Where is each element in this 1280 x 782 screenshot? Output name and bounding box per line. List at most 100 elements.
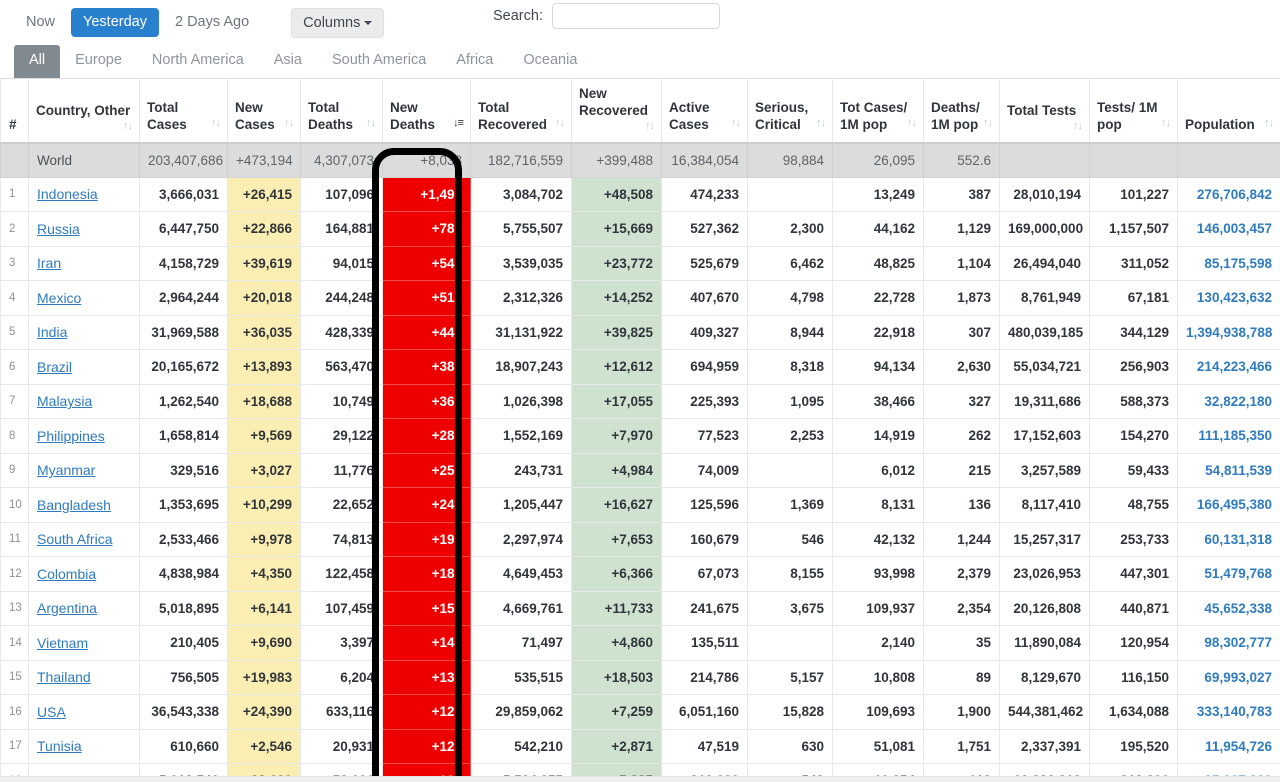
cell-active-cases: 160,679 — [662, 522, 748, 557]
day-filter-yesterday[interactable]: Yesterday — [71, 8, 159, 37]
continent-tab-south-america[interactable]: South America — [317, 45, 441, 78]
cell-total-tests: 28,010,194 — [1000, 177, 1090, 212]
cell-tot-cases-1m: 42,132 — [833, 522, 924, 557]
table-container[interactable]: #Country, Other↑↓Total Cases↑↓New Cases↑… — [0, 78, 1280, 782]
country-link[interactable]: Indonesia — [37, 186, 98, 202]
continent-tab-europe[interactable]: Europe — [60, 45, 137, 78]
cell-new-recovered: +23,772 — [572, 246, 662, 281]
country-link[interactable]: Mexico — [37, 290, 81, 306]
column-header-deaths-1m[interactable]: Deaths/ 1M pop↑↓ — [924, 79, 1000, 143]
country-link[interactable]: Vietnam — [37, 635, 88, 651]
cell-new-cases: +10,299 — [228, 488, 301, 523]
column-header-total-tests[interactable]: Total Tests↑↓ — [1000, 79, 1090, 143]
country-link[interactable]: Malaysia — [37, 393, 92, 409]
cell-new-recovered: +18,503 — [572, 660, 662, 695]
country-link[interactable]: USA — [37, 704, 66, 720]
cell-deaths-1m: 262 — [924, 419, 1000, 454]
cell-country: Tunisia — [29, 729, 140, 764]
cell-tests-1m: 59,433 — [1090, 453, 1178, 488]
table-row: 15Thailand756,505+19,9836,204+138535,515… — [1, 660, 1280, 695]
cell-deaths-1m: 552.6 — [924, 143, 1000, 178]
continent-tab-oceania[interactable]: Oceania — [508, 45, 592, 78]
cell-total-recovered: 1,026,398 — [471, 384, 572, 419]
cell-deaths-1m: 1,751 — [924, 729, 1000, 764]
cell-new-deaths: +388 — [383, 350, 471, 385]
day-filter-2-days-ago[interactable]: 2 Days Ago — [163, 8, 261, 37]
cell-new-recovered: +15,669 — [572, 212, 662, 247]
column-header-label: Total Cases — [147, 100, 187, 132]
country-link[interactable]: Philippines — [37, 428, 105, 444]
country-link[interactable]: Bangladesh — [37, 497, 111, 513]
cell-serious-critical: 8,944 — [748, 315, 833, 350]
country-link[interactable]: Thailand — [37, 669, 91, 685]
cell-new-recovered: +11,733 — [572, 591, 662, 626]
cell-index: 17 — [1, 729, 29, 764]
column-header-new-recovered[interactable]: New Recovered↑↓ — [572, 79, 662, 143]
continent-tab-north-america[interactable]: North America — [137, 45, 259, 78]
table-row: 13Argentina5,018,895+6,141107,459+1574,6… — [1, 591, 1280, 626]
cell-new-cases: +4,350 — [228, 557, 301, 592]
country-link[interactable]: Argentina — [37, 600, 97, 616]
cell-tot-cases-1m: 44,162 — [833, 212, 924, 247]
cell-total-tests: 8,129,670 — [1000, 660, 1090, 695]
column-header-new-deaths[interactable]: New Deaths↓≡ — [383, 79, 471, 143]
cell-total-cases: 2,533,466 — [140, 522, 228, 557]
cell-new-cases: +36,035 — [228, 315, 301, 350]
continent-tab-all[interactable]: All — [14, 45, 60, 78]
country-link[interactable]: Tunisia — [37, 738, 82, 754]
cell-index: 14 — [1, 626, 29, 661]
cell-total-deaths: 3,397 — [301, 626, 383, 661]
cell-population: 11,954,726 — [1178, 729, 1280, 764]
cell-tot-cases-1m: 8,131 — [833, 488, 924, 523]
cell-active-cases: 135,511 — [662, 626, 748, 661]
table-row: 8Philippines1,658,814+9,56929,122+2871,5… — [1, 419, 1280, 454]
country-link[interactable]: South Africa — [37, 531, 113, 547]
country-link[interactable]: Russia — [37, 221, 80, 237]
day-filter-now[interactable]: Now — [14, 8, 67, 37]
column-header-country[interactable]: Country, Other↑↓ — [29, 79, 140, 143]
country-link[interactable]: Myanmar — [37, 462, 95, 478]
cell-tot-cases-1m: 38,466 — [833, 384, 924, 419]
cell-country: World — [29, 143, 140, 178]
columns-button[interactable]: Columns — [291, 8, 384, 38]
column-header-tot-cases-1m[interactable]: Tot Cases/ 1M pop↑↓ — [833, 79, 924, 143]
cell-tot-cases-1m: 93,998 — [833, 557, 924, 592]
cell-population: 51,479,768 — [1178, 557, 1280, 592]
cell-total-cases: 610,660 — [140, 729, 228, 764]
column-header-serious-critical[interactable]: Serious, Critical↑↓ — [748, 79, 833, 143]
table-row: 7Malaysia1,262,540+18,68810,749+3601,026… — [1, 384, 1280, 419]
column-header-new-cases[interactable]: New Cases↑↓ — [228, 79, 301, 143]
cell-active-cases: 16,384,054 — [662, 143, 748, 178]
sort-both-icon: ↑↓ — [816, 117, 825, 131]
country-link[interactable]: Brazil — [37, 359, 72, 375]
sort-both-icon: ↑↓ — [366, 117, 375, 131]
column-header-tests-1m[interactable]: Tests/ 1M pop↑↓ — [1090, 79, 1178, 143]
cell-serious-critical: 2,253 — [748, 419, 833, 454]
country-link[interactable]: Iran — [37, 255, 61, 271]
table-body: World203,407,686+473,1944,307,073+8,0331… — [1, 143, 1280, 782]
toolbar: NowYesterday2 Days Ago Columns Search: — [0, 0, 1280, 45]
column-header-label: Country, Other — [36, 103, 130, 118]
continent-tab-africa[interactable]: Africa — [441, 45, 508, 78]
cell-total-cases: 756,505 — [140, 660, 228, 695]
country-link[interactable]: India — [37, 324, 67, 340]
cell-deaths-1m: 387 — [924, 177, 1000, 212]
column-header-total-cases[interactable]: Total Cases ↑↓ — [140, 79, 228, 143]
continent-tab-asia[interactable]: Asia — [259, 45, 317, 78]
country-link[interactable]: Colombia — [37, 566, 96, 582]
sort-both-icon: ↑↓ — [211, 117, 220, 131]
cell-active-cases: 241,675 — [662, 591, 748, 626]
cell-population: 45,652,338 — [1178, 591, 1280, 626]
cell-country: Mexico — [29, 281, 140, 316]
cell-country: India — [29, 315, 140, 350]
cell-tests-1m: 256,903 — [1090, 350, 1178, 385]
search-input[interactable] — [552, 3, 720, 29]
column-header-label: Total Deaths — [308, 100, 353, 132]
column-header-active-cases[interactable]: Active Cases↑↓ — [662, 79, 748, 143]
column-header-population[interactable]: Population↑↓ — [1178, 79, 1280, 143]
column-header-total-deaths[interactable]: Total Deaths ↑↓ — [301, 79, 383, 143]
cell-serious-critical: 3,675 — [748, 591, 833, 626]
cell-index: 8 — [1, 419, 29, 454]
cell-tot-cases-1m: 22,728 — [833, 281, 924, 316]
column-header-total-recovered[interactable]: Total Recovered↑↓ — [471, 79, 572, 143]
